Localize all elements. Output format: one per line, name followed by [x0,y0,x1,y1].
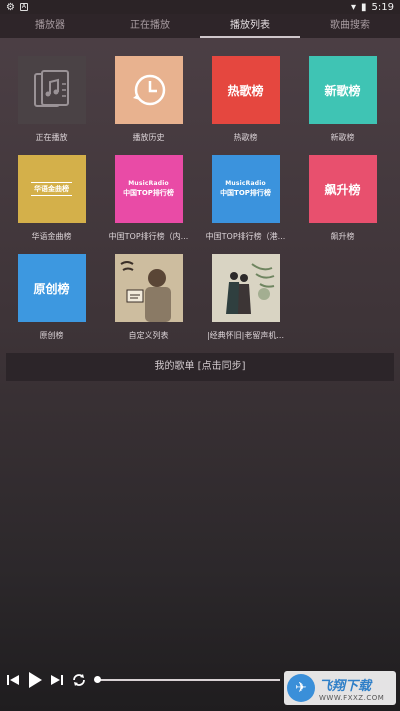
watermark-logo-icon: ✈ [287,674,315,702]
app-notification-icon: ⚙ [6,1,15,13]
tile-text: 华语金曲榜 [31,182,72,196]
grid-item-label: |经典怀旧|老留声机... [206,331,285,340]
grid-item-original[interactable]: 原创榜 原创榜 [3,254,100,341]
tab-now-playing[interactable]: 正在播放 [100,14,200,38]
grid-item-label: 华语金曲榜 [31,232,72,241]
play-button[interactable] [27,672,43,688]
grid-item-label: 飙升榜 [330,232,355,241]
tile-text: 中国TOP排行榜 [220,189,271,197]
watermark-title: 飞翔下载 [319,678,372,694]
grid-item-now-playing[interactable]: 正在播放 [3,56,100,143]
grid-item-label: 原创榜 [39,331,64,340]
battery-icon: ▮ [361,1,367,13]
skip-next-icon [51,675,63,685]
watermark-url: WWW.FXXZ.COM [319,693,385,702]
grid-item-china-top-mainland[interactable]: MusicRadio 中国TOP排行榜 中国TOP排行榜（内... [100,155,197,242]
playlist-grid: 正在播放 播放历史 热歌榜 热歌榜 新歌榜 新歌榜 华语金曲榜 华语金曲榜 Mu… [0,38,400,341]
album-cover-image [114,254,183,322]
tab-player[interactable]: 播放器 [0,14,100,38]
grid-item-label: 热歌榜 [233,133,258,142]
skip-previous-icon [7,675,19,685]
progress-handle[interactable] [94,676,101,683]
mandarin-hits-tile: 华语金曲榜 [17,155,86,223]
china-top-tile: MusicRadio 中国TOP排行榜 [114,155,183,223]
repeat-button[interactable] [71,672,87,688]
previous-button[interactable] [5,672,21,688]
site-watermark: ✈ 飞翔下载 WWW.FXXZ.COM [284,671,396,705]
my-playlist-sync-button[interactable]: 我的歌单 [点击同步] [6,353,394,381]
grid-item-label: 播放历史 [132,133,165,142]
grid-item-label: 中国TOP排行榜（港... [205,232,286,241]
grid-item-history[interactable]: 播放历史 [100,56,197,143]
new-songs-tile: 新歌榜 [308,56,377,124]
repeat-icon [73,674,85,686]
grid-item-label: 新歌榜 [330,133,355,142]
grid-item-rising[interactable]: 飙升榜 飙升榜 [294,155,391,242]
grid-item-label: 正在播放 [35,133,68,142]
grid-item-custom-list[interactable]: 自定义列表 [100,254,197,341]
tile-text: 中国TOP排行榜 [123,189,174,197]
next-button[interactable] [49,672,65,688]
grid-item-label: 自定义列表 [128,331,169,340]
music-document-icon [33,70,69,107]
grid-item-classic-nostalgia[interactable]: |经典怀旧|老留声机... [197,254,294,341]
tile-brand: MusicRadio [225,180,266,187]
tile-brand: MusicRadio [128,180,169,187]
tab-playlist[interactable]: 播放列表 [200,14,300,38]
status-time: 5:19 [371,1,394,13]
notification-a-icon: A [19,3,28,11]
grid-item-china-top-hk[interactable]: MusicRadio 中国TOP排行榜 中国TOP排行榜（港... [197,155,294,242]
history-clock-icon [132,74,165,106]
tab-bar: 播放器 正在播放 播放列表 歌曲搜索 [0,14,400,38]
progress-slider[interactable] [94,676,280,683]
custom-list-cover-image [114,254,183,322]
grid-item-new-songs[interactable]: 新歌榜 新歌榜 [294,56,391,143]
album-cover-image [211,254,280,322]
grid-item-label: 中国TOP排行榜（内... [108,232,189,241]
status-bar: ⚙ A ▾ ▮ 5:19 [0,0,400,14]
grid-item-mandarin-hits[interactable]: 华语金曲榜 华语金曲榜 [3,155,100,242]
grid-item-hot-songs[interactable]: 热歌榜 热歌榜 [197,56,294,143]
wifi-icon: ▾ [350,1,357,13]
tab-song-search[interactable]: 歌曲搜索 [300,14,400,38]
original-tile: 原创榜 [17,254,86,322]
now-playing-tile [17,56,86,124]
rising-tile: 飙升榜 [308,155,377,223]
china-top-tile: MusicRadio 中国TOP排行榜 [211,155,280,223]
play-icon [29,672,42,688]
history-tile [114,56,183,124]
classic-cover-image [211,254,280,322]
hot-songs-tile: 热歌榜 [211,56,280,124]
